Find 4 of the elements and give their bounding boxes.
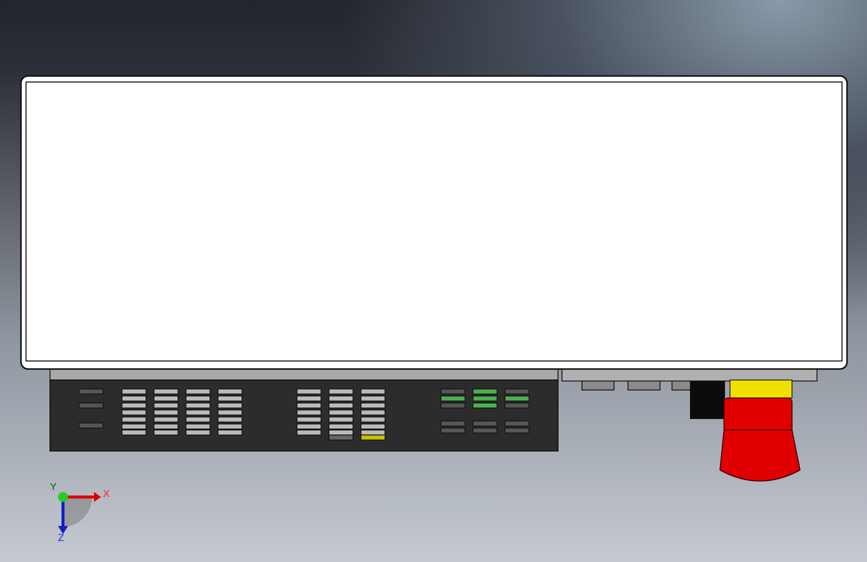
axis-triad-icon bbox=[58, 492, 101, 534]
axis-label: Y bbox=[50, 482, 57, 493]
axis-label: X bbox=[103, 489, 110, 500]
axis-label: Z bbox=[58, 533, 64, 544]
